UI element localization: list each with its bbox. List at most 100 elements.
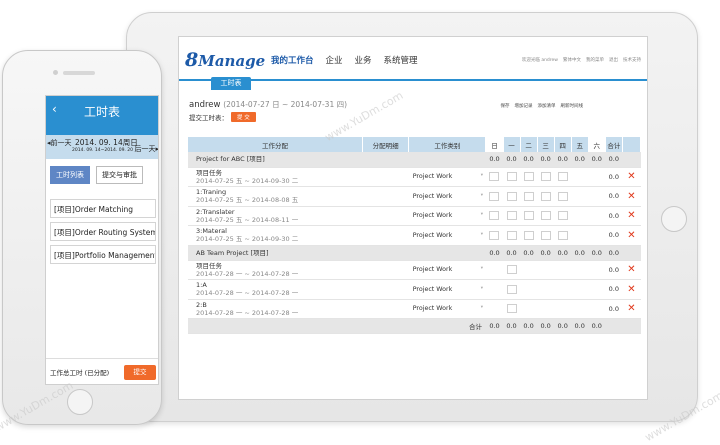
- delete-icon[interactable]: ✕: [622, 167, 641, 187]
- delete-icon[interactable]: ✕: [622, 186, 641, 207]
- total-value: 0.0: [520, 318, 538, 334]
- col-day-thu: 四: [554, 137, 572, 152]
- col-type: 工作类别: [408, 137, 487, 152]
- hours-input-sun[interactable]: [489, 211, 500, 221]
- day-value: 0.0: [571, 245, 589, 261]
- hours-input-mon[interactable]: [506, 284, 517, 294]
- period-range: (2014-07-27 日 ~ 2014-07-31 四): [223, 100, 348, 109]
- task-name: 3:Materal: [196, 227, 227, 236]
- delete-icon[interactable]: ✕: [622, 299, 641, 319]
- task-cell: 2:B 2014-07-28 一 ~ 2014-07-28 一: [188, 299, 363, 319]
- task-cell: 项目任务 2014-07-25 五 ~ 2014-09-30 二: [188, 167, 363, 187]
- list-item[interactable]: [项目]Order Matching: [50, 199, 156, 218]
- phone-screen: ‹ 工时表 ◂前一天 2014. 09. 14周日 2014. 09. 14~2…: [45, 95, 159, 385]
- main-nav: 我的工作台 企业 业务 系统管理: [271, 54, 418, 66]
- hours-input-mon[interactable]: [506, 211, 517, 221]
- save-link[interactable]: 保存: [501, 103, 510, 109]
- add-list-link[interactable]: 添加清单: [538, 103, 556, 109]
- nav-my-workspace[interactable]: 我的工作台: [271, 54, 314, 66]
- hours-input-mon[interactable]: [506, 230, 517, 240]
- hours-input-thu[interactable]: [557, 172, 568, 182]
- hours-input-mon[interactable]: [506, 172, 517, 182]
- next-day-button[interactable]: 后一天▸: [134, 144, 158, 154]
- row-total: 0.0: [605, 152, 623, 168]
- hours-input-mon[interactable]: [506, 304, 517, 314]
- add-record-link[interactable]: 增加记录: [515, 103, 533, 109]
- nav-business[interactable]: 业务: [355, 54, 372, 66]
- work-type-value: Project Work: [412, 285, 453, 293]
- project-row: Project for ABC [项目] 0.0 0.0 0.0 0.0 0.0…: [188, 152, 641, 168]
- hours-input-thu[interactable]: [557, 211, 568, 221]
- work-type-select[interactable]: Project Work ▾: [408, 279, 486, 300]
- table-row: 2:Translater 2014-07-25 五 ~ 2014-08-11 一 …: [188, 206, 641, 226]
- delete-icon[interactable]: ✕: [622, 225, 641, 246]
- totals-label: 合计: [188, 318, 486, 334]
- hours-input-thu[interactable]: [557, 191, 568, 201]
- work-type-select[interactable]: Project Work ▾: [408, 186, 486, 207]
- table-header-row: 工作分配 分配明细 工作类别 日 一 二 三 四 五 六 合计: [188, 137, 642, 152]
- hours-input-mon[interactable]: [506, 265, 517, 275]
- hours-input-sun[interactable]: [489, 172, 500, 182]
- work-type-value: Project Work: [412, 212, 453, 220]
- hours-input-wed[interactable]: [540, 172, 551, 182]
- tab-timesheet[interactable]: 工时表: [211, 77, 251, 90]
- hours-input-tue[interactable]: [523, 211, 534, 221]
- phone-tabs: 工时列表 提交与审批: [50, 166, 143, 184]
- tablet-home-button[interactable]: [661, 206, 687, 232]
- submit-button[interactable]: 提 交: [231, 112, 256, 122]
- tab-timesheet-list[interactable]: 工时列表: [50, 166, 90, 184]
- current-day: 2014. 09. 14周日: [75, 138, 138, 147]
- nav-system-admin[interactable]: 系统管理: [384, 54, 418, 66]
- col-day-tue: 二: [520, 137, 538, 152]
- work-type-select[interactable]: Project Work ▾: [408, 225, 486, 246]
- row-total: 0.0: [605, 186, 623, 207]
- delete-icon[interactable]: ✕: [622, 279, 641, 300]
- hours-input-wed[interactable]: [540, 191, 551, 201]
- list-item[interactable]: [项目]Portfolio Management...: [50, 245, 156, 264]
- delete-icon[interactable]: ✕: [622, 260, 641, 280]
- hours-input-tue[interactable]: [523, 230, 534, 240]
- work-type-value: Project Work: [412, 192, 453, 200]
- task-name: 2:Translater: [196, 207, 235, 216]
- prev-day-button[interactable]: ◂前一天: [47, 138, 72, 148]
- logo: 8Manage: [185, 49, 266, 71]
- hours-input-wed[interactable]: [540, 211, 551, 221]
- hours-input-sun[interactable]: [489, 191, 500, 201]
- hours-input-tue[interactable]: [523, 191, 534, 201]
- hours-input-mon[interactable]: [506, 191, 517, 201]
- delete-icon[interactable]: ✕: [622, 206, 641, 226]
- nav-enterprise[interactable]: 企业: [326, 54, 343, 66]
- task-name: 2:B: [196, 300, 207, 309]
- work-type-select[interactable]: Project Work ▾: [408, 299, 486, 319]
- my-menu-link[interactable]: 我的菜单: [586, 57, 604, 63]
- hours-input-thu[interactable]: [557, 230, 568, 240]
- task-name: 项目任务: [196, 261, 222, 270]
- hours-input-wed[interactable]: [540, 230, 551, 240]
- support-link[interactable]: 技术支持: [623, 57, 641, 63]
- hours-input-sun[interactable]: [489, 230, 500, 240]
- task-cell: 1:A 2014-07-28 一 ~ 2014-07-28 一: [188, 279, 363, 300]
- dropdown-icon: ▾: [480, 212, 483, 218]
- phone-home-button[interactable]: [67, 389, 93, 415]
- dropdown-icon: ▾: [480, 173, 483, 179]
- logout-link[interactable]: 退出: [609, 57, 618, 63]
- work-type-select[interactable]: Project Work ▾: [408, 260, 486, 280]
- dropdown-icon: ▾: [480, 192, 483, 198]
- refresh-link[interactable]: 刷新时间线: [561, 103, 584, 109]
- total-value: 0.0: [554, 318, 572, 334]
- table-row: 3:Materal 2014-07-25 五 ~ 2014-09-30 二 Pro…: [188, 225, 641, 246]
- task-date: 2014-07-28 一 ~ 2014-07-28 一: [196, 289, 299, 298]
- col-delete: [622, 137, 642, 152]
- total-value: 0.0: [485, 318, 504, 334]
- work-type-select[interactable]: Project Work ▾: [408, 206, 486, 226]
- task-date: 2014-07-25 五 ~ 2014-08-08 五: [196, 196, 299, 205]
- list-item[interactable]: [项目]Order Routing System: [50, 222, 156, 241]
- tablet-screen: 8Manage 我的工作台 企业 业务 系统管理 欢迎光临 andrew 繁体中…: [178, 36, 648, 400]
- tab-submit-approve[interactable]: 提交与审批: [96, 166, 143, 184]
- project-name: AB Team Project [项目]: [188, 245, 486, 261]
- language-link[interactable]: 繁体中文: [563, 57, 581, 63]
- col-day-wed: 三: [537, 137, 555, 152]
- hours-input-tue[interactable]: [523, 172, 534, 182]
- work-type-select[interactable]: Project Work ▾: [408, 167, 486, 187]
- phone-submit-button[interactable]: 提交: [124, 365, 156, 380]
